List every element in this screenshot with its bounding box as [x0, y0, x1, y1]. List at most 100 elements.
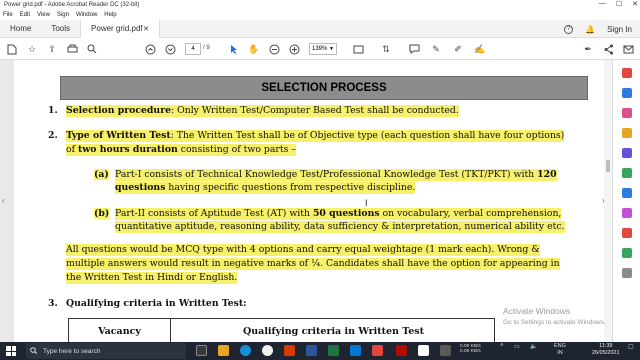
- network-icon[interactable]: ▭: [514, 343, 520, 350]
- menu-help[interactable]: Help: [104, 12, 116, 18]
- notifications-icon[interactable]: 🔔: [585, 25, 595, 34]
- export-pdf-icon[interactable]: [622, 68, 632, 78]
- part-a-label: (a): [94, 169, 109, 180]
- select-cursor-icon[interactable]: [228, 43, 240, 55]
- help-icon[interactable]: ?: [564, 24, 574, 34]
- vertical-scrollbar[interactable]: [604, 60, 612, 342]
- word-icon[interactable]: [306, 345, 317, 356]
- page-count: / 9: [203, 45, 210, 51]
- edit-pdf-icon[interactable]: [622, 108, 632, 118]
- document-viewport[interactable]: SELECTION PROCESS 1. Selection procedure…: [0, 60, 640, 343]
- part-b-line-1: Part-II consists of Aptitude Test (AT) w…: [115, 208, 562, 220]
- mail-icon[interactable]: [622, 43, 634, 55]
- tab-document[interactable]: Power grid.pdf ✕: [80, 19, 161, 38]
- highlight-pen-icon[interactable]: ✎: [430, 43, 442, 55]
- protect-icon[interactable]: [622, 228, 632, 238]
- tab-home[interactable]: Home: [0, 20, 41, 38]
- text-cursor-icon: I: [365, 198, 368, 208]
- task-view-icon[interactable]: [196, 345, 207, 356]
- edge-icon[interactable]: [240, 345, 251, 356]
- notification-center-icon[interactable]: ▢: [628, 343, 634, 350]
- close-window-button[interactable]: ✕: [632, 0, 638, 8]
- chrome-icon[interactable]: [262, 345, 273, 356]
- acrobat-taskbar-icon[interactable]: [396, 345, 407, 356]
- menu-bar: File Edit View Sign Window Help: [0, 10, 640, 20]
- share-icon[interactable]: [602, 43, 614, 55]
- app-icon[interactable]: [440, 345, 451, 356]
- item-1-label: Selection procedure: [66, 105, 172, 116]
- search-icon: [30, 346, 38, 356]
- tab-tools[interactable]: Tools: [41, 20, 80, 38]
- pdf-page: SELECTION PROCESS 1. Selection procedure…: [14, 60, 604, 343]
- table-header-vacancy: Vacancy: [69, 319, 171, 343]
- print-icon[interactable]: [66, 43, 78, 55]
- zoom-in-icon[interactable]: [288, 43, 300, 55]
- net-down: 0.00 KB/s: [460, 349, 481, 354]
- minimize-button[interactable]: —: [599, 0, 606, 8]
- mail-app-icon[interactable]: [350, 345, 361, 356]
- hand-tool-icon[interactable]: ✋: [248, 43, 260, 55]
- collapse-left-panel-icon[interactable]: ‹: [2, 196, 5, 205]
- fit-page-icon[interactable]: [352, 43, 364, 55]
- sign-in-button[interactable]: Sign In: [607, 25, 632, 34]
- media-icon[interactable]: [372, 345, 383, 356]
- zoom-out-icon[interactable]: [268, 43, 280, 55]
- file-explorer-icon[interactable]: [218, 345, 229, 356]
- taskbar-search[interactable]: Type here to search: [26, 343, 186, 359]
- item-3-label: Qualifying criteria in Written Test:: [66, 298, 247, 309]
- item-1-line: Selection procedure: Only Written Test/C…: [66, 105, 459, 117]
- item-2-text-2-post: consisting of two parts –: [177, 144, 296, 155]
- language: ENG: [554, 343, 566, 349]
- office-icon[interactable]: [284, 345, 295, 356]
- right-tools-panel: [612, 60, 640, 342]
- menu-view[interactable]: View: [37, 12, 50, 18]
- previous-page-icon[interactable]: [144, 43, 156, 55]
- window-titlebar: Power grid.pdf - Adobe Acrobat Reader DC…: [0, 0, 640, 10]
- page-number-input[interactable]: 4: [185, 43, 201, 55]
- fill-and-sign-icon[interactable]: [622, 208, 632, 218]
- menu-window[interactable]: Window: [76, 12, 97, 18]
- find-icon[interactable]: [86, 43, 98, 55]
- excel-icon[interactable]: [328, 345, 339, 356]
- menu-file[interactable]: File: [3, 12, 13, 18]
- language-indicator[interactable]: ENG IN: [554, 343, 566, 357]
- search-placeholder: Type here to search: [43, 347, 101, 355]
- combine-files-icon[interactable]: [622, 148, 632, 158]
- compress-icon[interactable]: [622, 248, 632, 258]
- paint-icon[interactable]: [418, 345, 429, 356]
- close-tab-icon[interactable]: ✕: [143, 25, 149, 33]
- part-a-line-1: Part-I consists of Technical Knowledge T…: [115, 169, 557, 181]
- comment-icon[interactable]: [408, 43, 420, 55]
- menu-edit[interactable]: Edit: [20, 12, 30, 18]
- menu-sign[interactable]: Sign: [57, 12, 69, 18]
- part-a-text-1: Part-I consists of Technical Knowledge T…: [115, 169, 538, 180]
- criteria-table: Vacancy Qualifying criteria in Written T…: [68, 318, 495, 343]
- item-2-number: 2.: [48, 130, 58, 141]
- more-tools-icon[interactable]: [622, 268, 632, 278]
- create-pdf-icon[interactable]: [622, 88, 632, 98]
- comment-tool-icon[interactable]: [622, 128, 632, 138]
- draw-icon[interactable]: ✐: [452, 43, 464, 55]
- upload-icon[interactable]: ⇪: [46, 43, 58, 55]
- part-b-count: 50 questions: [312, 208, 380, 219]
- scan-icon[interactable]: [622, 188, 632, 198]
- item-2-text-1: : The Written Test shall be of Objective…: [170, 130, 565, 141]
- organize-pages-icon[interactable]: [622, 168, 632, 178]
- scrollbar-thumb[interactable]: [606, 160, 610, 172]
- windows-start-icon[interactable]: [6, 346, 16, 356]
- new-file-icon[interactable]: [6, 43, 18, 55]
- part-a-count: 120: [537, 169, 557, 180]
- zoom-select[interactable]: 139% ▼: [309, 43, 337, 55]
- tray-chevron-icon[interactable]: ˄: [500, 343, 504, 349]
- part-a-text-2: having specific questions from respectiv…: [165, 182, 416, 193]
- fill-sign-icon[interactable]: ✒: [582, 43, 594, 55]
- next-page-icon[interactable]: [164, 43, 176, 55]
- item-2-line-1: Type of Written Test: The Written Test s…: [66, 130, 565, 142]
- volume-icon[interactable]: 🔈: [530, 343, 537, 350]
- maximize-button[interactable]: ☐: [616, 0, 622, 8]
- part-b-line-2: quantitative aptitude, reasoning ability…: [115, 221, 565, 233]
- sign-icon[interactable]: ✍: [474, 43, 486, 55]
- scroll-mode-icon[interactable]: ⇅: [380, 43, 392, 55]
- bookmark-star-icon[interactable]: ☆: [26, 43, 38, 55]
- clock[interactable]: 11:39 26/05/2021: [592, 343, 620, 357]
